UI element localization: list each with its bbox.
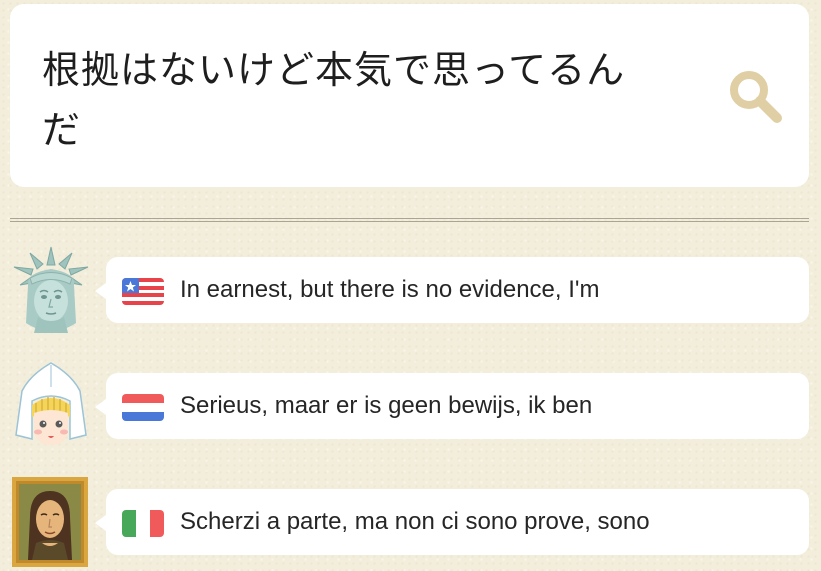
magnifier-icon [730, 71, 782, 123]
translation-bubble[interactable]: Scherzi a parte, ma non ci sono prove, s… [95, 489, 809, 555]
divider [10, 218, 809, 222]
translation-text: Serieus, maar er is geen bewijs, ik ben [180, 392, 593, 419]
mona-lisa-avatar [10, 477, 92, 567]
italy-flag-icon [122, 510, 164, 537]
query-text[interactable]: 根拠はないけど本気で思ってるんだ [42, 40, 662, 160]
us-flag-icon [122, 278, 164, 305]
search-button[interactable] [727, 68, 785, 126]
dutch-girl-avatar [10, 361, 92, 451]
translation-text: In earnest, but there is no evidence, I'… [180, 276, 600, 303]
translation-row-english: In earnest, but there is no evidence, I'… [0, 245, 821, 335]
translation-bubble[interactable]: Serieus, maar er is geen bewijs, ik ben [95, 373, 809, 439]
translation-row-dutch: Serieus, maar er is geen bewijs, ik ben [0, 361, 821, 451]
translation-bubble[interactable]: In earnest, but there is no evidence, I'… [95, 257, 809, 323]
translation-text: Scherzi a parte, ma non ci sono prove, s… [180, 508, 650, 535]
translation-row-italian: Scherzi a parte, ma non ci sono prove, s… [0, 477, 821, 567]
query-card: 根拠はないけど本気で思ってるんだ [10, 4, 809, 187]
netherlands-flag-icon [122, 394, 164, 421]
statue-of-liberty-avatar [10, 245, 92, 335]
